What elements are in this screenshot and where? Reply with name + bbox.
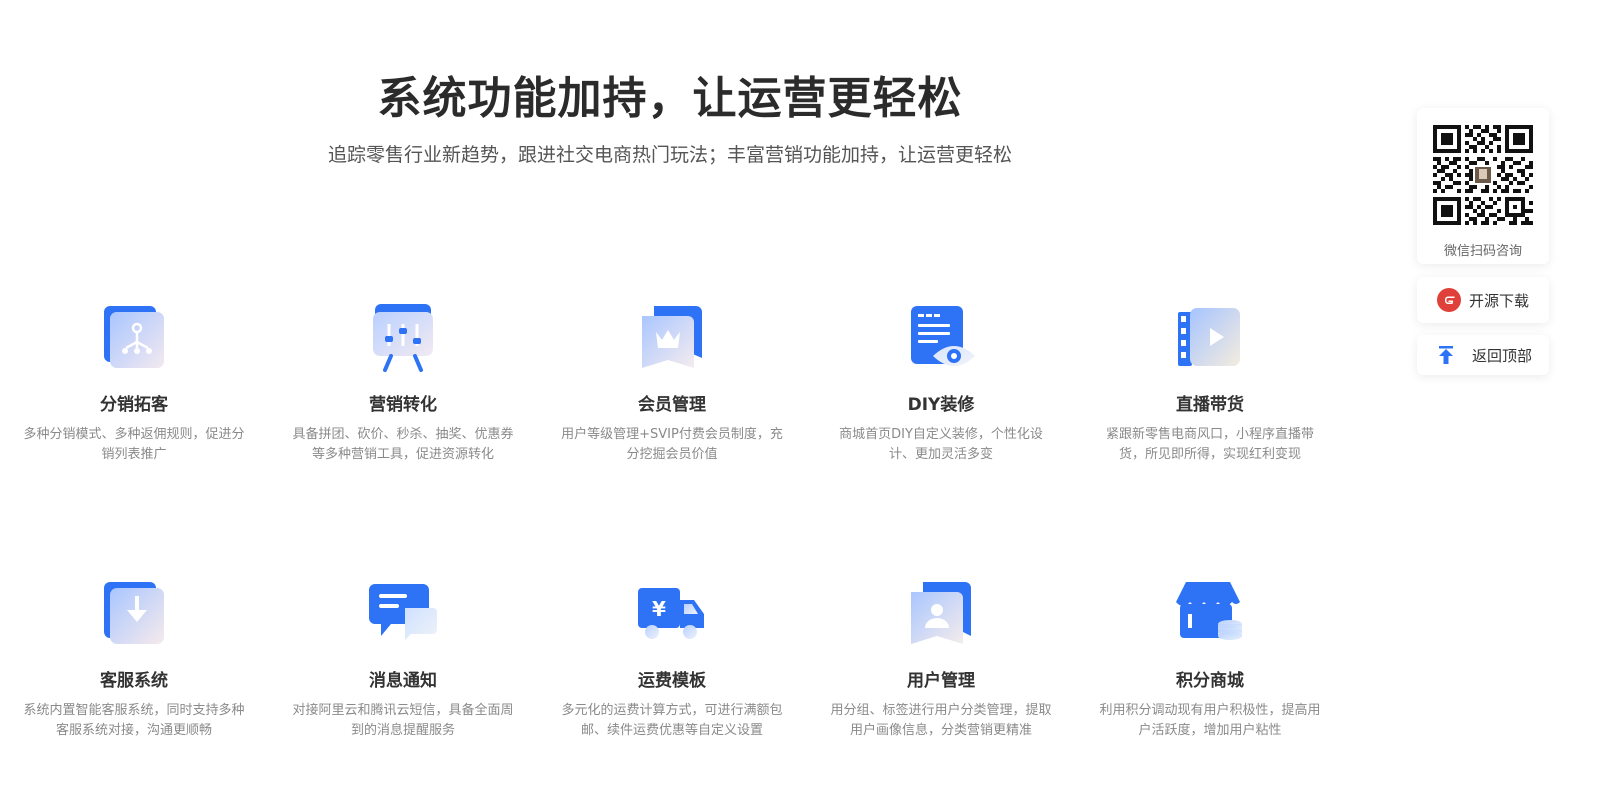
page: 系统功能加持，让运营更轻松 追踪零售行业新趋势，跟进社交电商热门玩法；丰富营销功… <box>0 0 1601 805</box>
feature-live[interactable]: 直播带货 紧跟新零售电商风口，小程序直播带货，所见即所得，实现红利变现 <box>1095 300 1325 465</box>
feature-points-shop[interactable]: 积分商城 利用积分调动现有用户积极性，提高用户活跃度，增加用户粘性 <box>1095 576 1325 741</box>
feature-desc: 对接阿里云和腾讯云短信，具备全面周到的消息提醒服务 <box>292 703 514 738</box>
feature-grid: 分销拓客 多种分销模式、多种返佣规则，促进分销列表推广 营销转化 具备拼团、砍价… <box>0 0 1340 805</box>
feature-title: 客服系统 <box>100 671 168 691</box>
customer-service-download-icon <box>104 582 164 644</box>
feature-title: 营销转化 <box>369 395 437 415</box>
qr-label: 微信扫码咨询 <box>1443 244 1522 259</box>
distribution-tree-icon <box>104 306 164 368</box>
feature-marketing[interactable]: 营销转化 具备拼团、砍价、秒杀、抽奖、优惠券等多种营销工具，促进资源转化 <box>288 300 518 465</box>
feature-member[interactable]: 会员管理 用户等级管理+SVIP付费会员制度，充分挖掘会员价值 <box>557 300 787 465</box>
back-to-top-button[interactable]: 返回顶部 <box>1417 335 1549 375</box>
feature-distribution[interactable]: 分销拓客 多种分销模式、多种返佣规则，促进分销列表推广 <box>19 300 249 465</box>
feature-desc: 多种分销模式、多种返佣规则，促进分销列表推广 <box>23 427 245 462</box>
member-crown-icon <box>642 306 702 368</box>
wechat-qr-card[interactable]: 微信扫码咨询 <box>1417 108 1549 264</box>
feature-title: 直播带货 <box>1176 395 1244 415</box>
svg-text:¥: ¥ <box>652 597 666 621</box>
feature-desc: 利用积分调动现有用户积极性，提高用户活跃度，增加用户粘性 <box>1099 703 1321 738</box>
feature-title: 消息通知 <box>369 671 437 691</box>
message-chat-icon <box>369 584 437 640</box>
back-to-top-label: 返回顶部 <box>1471 346 1532 365</box>
wechat-qr-code <box>1433 125 1533 225</box>
feature-title: 用户管理 <box>907 671 975 691</box>
feature-title: 分销拓客 <box>100 395 168 415</box>
feature-desc: 用户等级管理+SVIP付费会员制度，充分挖掘会员价值 <box>561 427 783 462</box>
marketing-board-icon <box>373 304 433 372</box>
feature-desc: 用分组、标签进行用户分类管理，提取用户画像信息，分类营销更精准 <box>830 703 1052 738</box>
feature-desc: 紧跟新零售电商风口，小程序直播带货，所见即所得，实现红利变现 <box>1105 427 1314 462</box>
feature-desc: 系统内置智能客服系统，同时支持多种客服系统对接，沟通更顺畅 <box>23 703 245 738</box>
feature-title: 积分商城 <box>1176 671 1244 691</box>
shipping-truck-icon: ¥ <box>638 588 704 639</box>
feature-title: 运费模板 <box>638 671 706 691</box>
download-label: 开源下载 <box>1468 291 1529 310</box>
feature-title: 会员管理 <box>638 395 706 415</box>
feature-message[interactable]: 消息通知 对接阿里云和腾讯云短信，具备全面周到的消息提醒服务 <box>288 576 518 741</box>
feature-desc: 具备拼团、砍价、秒杀、抽奖、优惠券等多种营销工具，促进资源转化 <box>292 427 514 462</box>
user-card-icon <box>911 582 971 644</box>
feature-title: DIY装修 <box>907 395 975 415</box>
feature-customer-service[interactable]: 客服系统 系统内置智能客服系统，同时支持多种客服系统对接，沟通更顺畅 <box>19 576 249 741</box>
live-video-icon <box>1178 308 1240 366</box>
feature-desc: 多元化的运费计算方式，可进行满额包邮、续件运费优惠等自定义设置 <box>561 703 783 738</box>
gitee-logo-icon <box>1436 288 1461 312</box>
diy-eye-icon <box>911 306 975 366</box>
feature-diy[interactable]: DIY装修 商城首页DIY自定义装修，个性化设计、更加灵活多变 <box>826 300 1056 465</box>
points-shop-icon <box>1176 582 1242 640</box>
feature-shipping[interactable]: ¥ 运费模板 多元化的运费计算方式，可进行满额包邮、续件运费优惠等自定义设置 <box>557 576 787 741</box>
open-source-download-button[interactable]: 开源下载 <box>1417 277 1549 323</box>
feature-desc: 商城首页DIY自定义装修，个性化设计、更加灵活多变 <box>839 427 1043 462</box>
arrow-up-icon <box>1438 346 1453 364</box>
feature-user[interactable]: 用户管理 用分组、标签进行用户分类管理，提取用户画像信息，分类营销更精准 <box>826 576 1056 741</box>
